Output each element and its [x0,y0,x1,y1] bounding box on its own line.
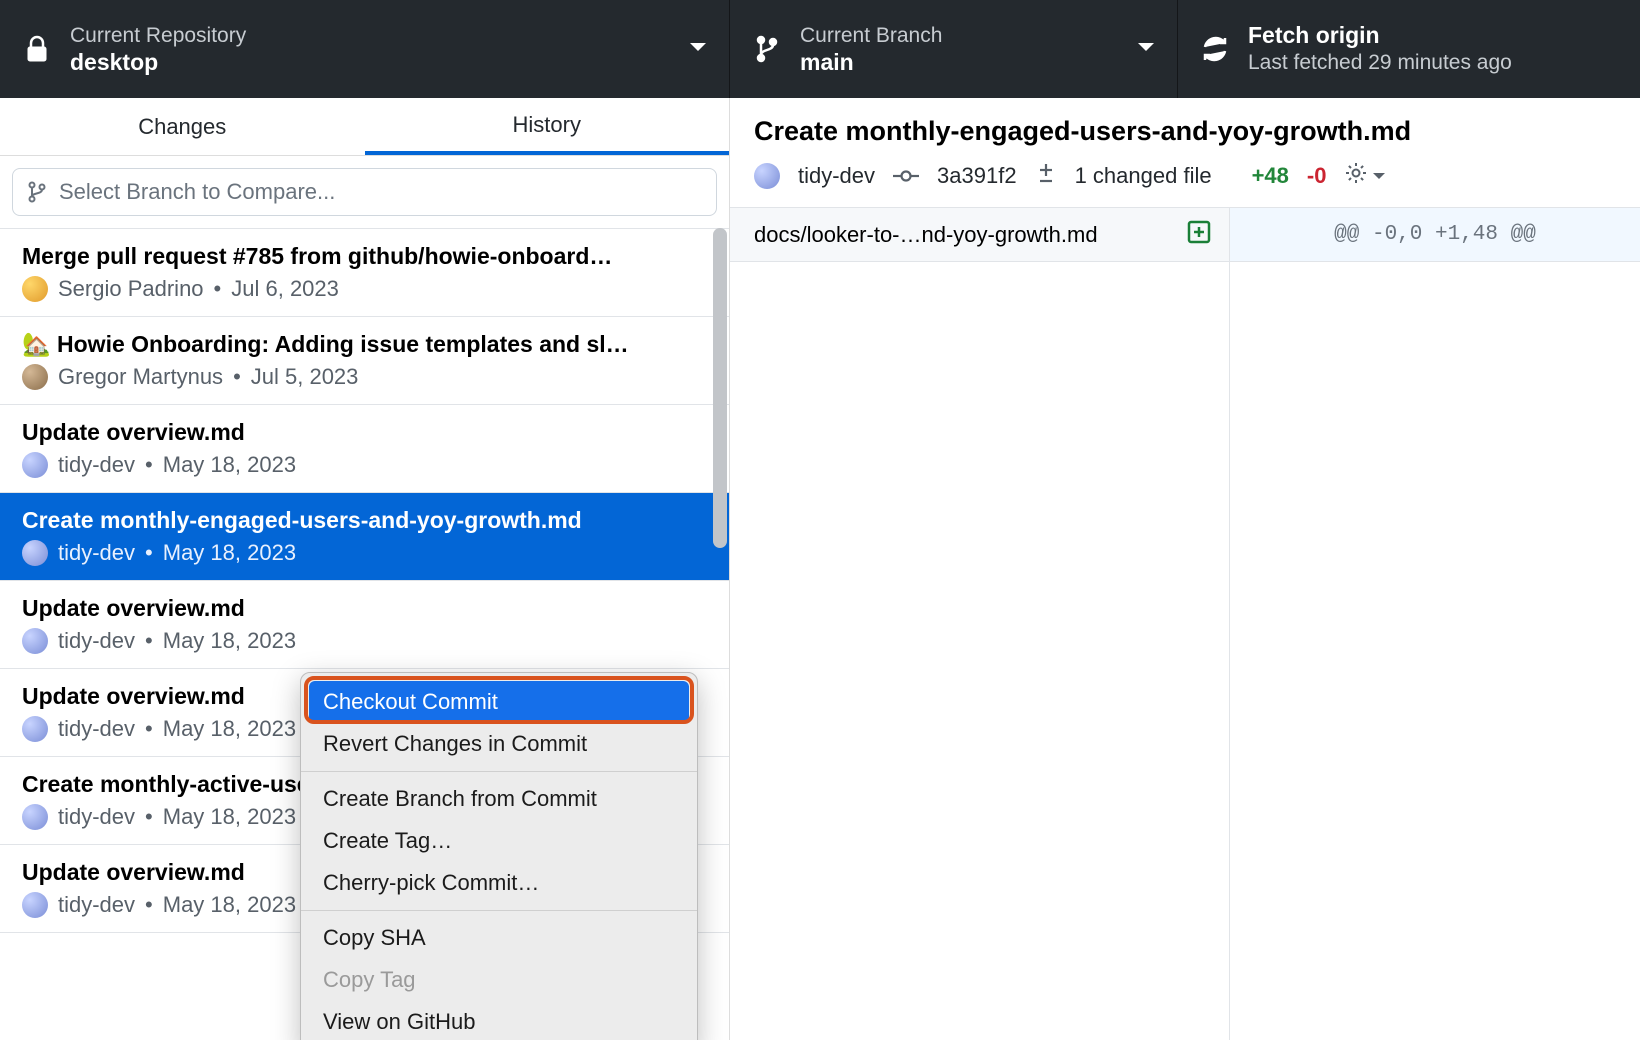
commit-item-date: Jul 5, 2023 [251,364,359,390]
repo-value: desktop [70,49,246,76]
commit-item-date: May 18, 2023 [163,452,296,478]
gear-icon [1344,161,1368,191]
author-avatar [22,716,48,742]
author-avatar [22,628,48,654]
commit-item-date: May 18, 2023 [163,628,296,654]
menu-copy-tag: Copy Tag [301,959,697,1001]
menu-create-branch[interactable]: Create Branch from Commit [301,778,697,820]
file-path-cell[interactable]: docs/looker-to-…nd-yoy-growth.md [730,208,1230,261]
diff-options-button[interactable] [1344,161,1386,191]
fetch-status: Last fetched 29 minutes ago [1248,49,1512,76]
toolbar: Current Repository desktop Current Branc… [0,0,1640,98]
menu-copy-sha[interactable]: Copy SHA [301,917,697,959]
commit-item-author: tidy-dev [58,804,135,830]
sidebar-tabs: Changes History [0,98,729,156]
menu-separator [301,910,697,911]
menu-view-on-github[interactable]: View on GitHub [301,1001,697,1040]
author-avatar [22,892,48,918]
commit-item-title: 🏡 Howie Onboarding: Adding issue templat… [22,331,709,358]
branch-compare-selector[interactable]: Select Branch to Compare... [12,168,717,216]
current-branch-selector[interactable]: Current Branch main [730,0,1178,98]
fetch-origin-button[interactable]: Fetch origin Last fetched 29 minutes ago [1178,0,1640,98]
detail-header: Create monthly-engaged-users-and-yoy-gro… [730,98,1640,208]
commit-icon [893,163,919,189]
tab-changes[interactable]: Changes [0,98,365,155]
tab-history[interactable]: History [365,98,730,155]
diff-pane [1230,262,1640,1040]
lock-icon [22,35,52,63]
commit-item[interactable]: Create monthly-engaged-users-and-yoy-gro… [0,493,729,581]
branch-label: Current Branch [800,22,942,49]
commit-item[interactable]: 🏡 Howie Onboarding: Adding issue templat… [0,317,729,405]
commit-item-author: Sergio Padrino [58,276,204,302]
menu-cherry-pick[interactable]: Cherry-pick Commit… [301,862,697,904]
file-list-pane [730,262,1230,1040]
commit-item-date: May 18, 2023 [163,892,296,918]
commit-item-date: May 18, 2023 [163,804,296,830]
file-path: docs/looker-to-…nd-yoy-growth.md [754,222,1098,248]
commit-item-date: May 18, 2023 [163,540,296,566]
scrollbar-thumb[interactable] [713,228,727,548]
file-added-icon [1187,220,1211,250]
commit-item-author: tidy-dev [58,540,135,566]
chevron-down-icon [1372,171,1386,181]
chevron-down-icon [1137,40,1155,58]
author-avatar [22,804,48,830]
deletions-count: -0 [1307,163,1327,189]
menu-checkout-commit[interactable]: Checkout Commit [309,681,689,723]
commit-detail: Create monthly-engaged-users-and-yoy-gro… [730,98,1640,1040]
diff-icon [1035,162,1057,190]
branch-icon [752,34,782,64]
author-avatar [22,540,48,566]
menu-separator [301,771,697,772]
author-avatar [754,163,780,189]
branch-value: main [800,49,942,76]
sync-icon [1200,35,1230,63]
commit-author: tidy-dev [798,163,875,189]
commit-item-author: tidy-dev [58,716,135,742]
commit-sha: 3a391f2 [937,163,1017,189]
commit-item-date: May 18, 2023 [163,716,296,742]
commit-item[interactable]: Merge pull request #785 from github/howi… [0,229,729,317]
author-avatar [22,452,48,478]
commit-item-date: Jul 6, 2023 [231,276,339,302]
menu-create-tag[interactable]: Create Tag… [301,820,697,862]
commit-item[interactable]: Update overview.mdtidy-dev•May 18, 2023 [0,581,729,669]
chevron-down-icon [689,40,707,58]
commit-item-author: tidy-dev [58,892,135,918]
commit-title: Create monthly-engaged-users-and-yoy-gro… [754,116,1616,147]
current-repository-selector[interactable]: Current Repository desktop [0,0,730,98]
author-avatar [22,276,48,302]
commit-item-title: Merge pull request #785 from github/howi… [22,243,709,270]
compare-placeholder: Select Branch to Compare... [59,179,335,205]
commit-item-author: tidy-dev [58,628,135,654]
file-row: docs/looker-to-…nd-yoy-growth.md @@ -0,0… [730,208,1640,262]
commit-item-title: Create monthly-engaged-users-and-yoy-gro… [22,507,709,534]
commit-item-author: tidy-dev [58,452,135,478]
repo-label: Current Repository [70,22,246,49]
scrollbar[interactable] [713,228,727,1040]
commit-item-title: Update overview.md [22,419,709,446]
changed-files-count: 1 changed file [1075,163,1212,189]
additions-count: +48 [1252,163,1289,189]
commit-item-author: Gregor Martynus [58,364,223,390]
commit-context-menu: Checkout Commit Revert Changes in Commit… [300,672,698,1040]
fetch-label: Fetch origin [1248,22,1512,49]
author-avatar [22,364,48,390]
hunk-header: @@ -0,0 +1,48 @@ [1230,208,1640,261]
sidebar: Changes History Select Branch to Compare… [0,98,730,1040]
commit-item[interactable]: Update overview.mdtidy-dev•May 18, 2023 [0,405,729,493]
commit-item-title: Update overview.md [22,595,709,622]
menu-revert-commit[interactable]: Revert Changes in Commit [301,723,697,765]
